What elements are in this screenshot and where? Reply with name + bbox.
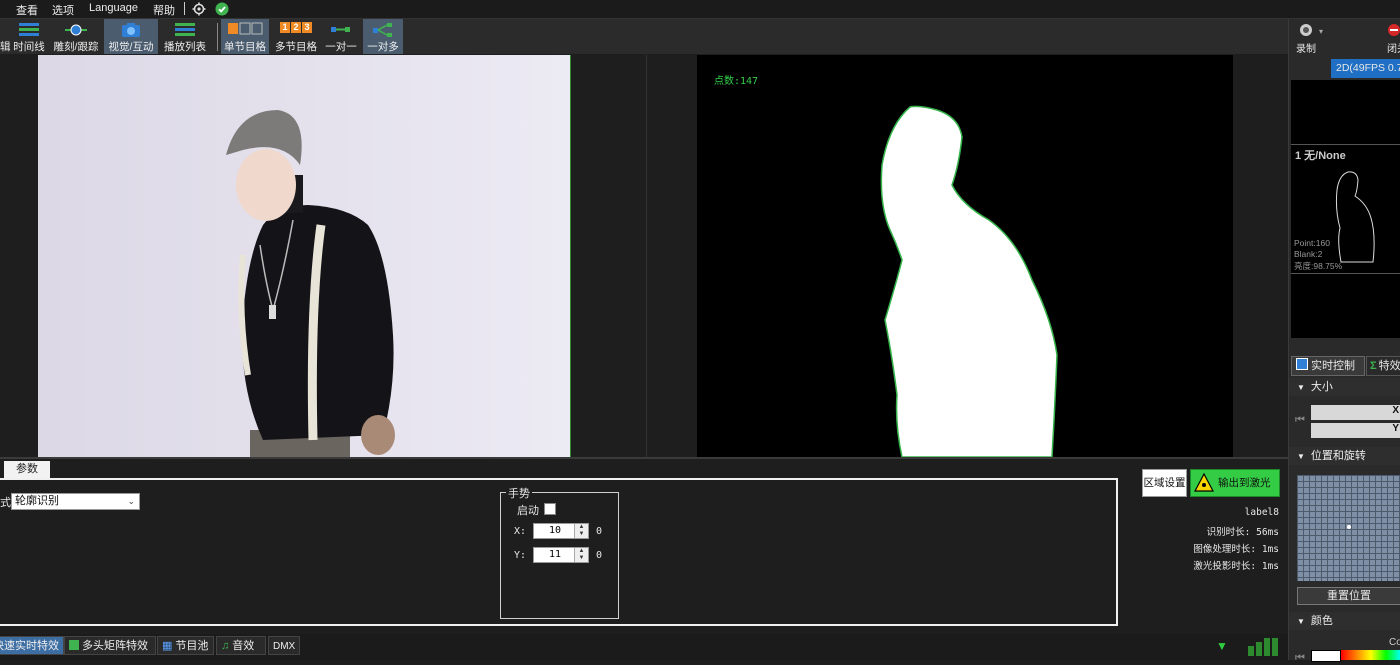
settings-gear-icon[interactable] <box>192 2 206 19</box>
multi-grid-button[interactable]: 1 2 3 多节目格 <box>272 19 320 54</box>
realtime-control-icon <box>1296 358 1308 370</box>
laser-output-button[interactable]: 输出到激光 <box>1190 469 1280 497</box>
reset-color-icon[interactable]: ⏮ <box>1295 652 1305 665</box>
silhouette-preview: 点数:147 <box>697 55 1233 457</box>
laser-outline-preview <box>1335 171 1375 263</box>
preview-divider <box>646 55 647 457</box>
grid-icon: ▦ <box>162 640 173 652</box>
menu-bar: 查看 选项 Language 帮助 <box>0 0 1400 19</box>
multi-grid-icon: 1 2 3 <box>280 22 312 33</box>
thumbnail-title: 1 无/None <box>1295 150 1346 162</box>
one-to-many-button[interactable]: 一对多 <box>363 19 403 54</box>
menu-help[interactable]: 帮助 <box>153 2 175 18</box>
bottom-tab-bar: 快速实时特效 多头矩阵特效 ▦节目池 ♫音效 DMX ▼ <box>0 634 1288 660</box>
vision-interaction-button[interactable]: 视觉/互动 <box>104 19 158 54</box>
y-label: Y: <box>514 550 527 561</box>
spin-arrows-icon[interactable]: ▲ ▼ <box>574 524 588 538</box>
image-processing-time: 图像处理时长: 1ms <box>1193 544 1279 555</box>
reset-size-icon[interactable]: ⏮ <box>1295 414 1305 427</box>
camera-preview <box>38 55 571 457</box>
chevron-down-icon: ⌄ <box>127 496 135 506</box>
matrix-icon <box>69 640 79 650</box>
gesture-group: 手势 启动 X: 10 ▲ ▼ 0 Y: 11 ▲ ▼ 0 <box>500 485 619 619</box>
color-swatch[interactable] <box>1311 650 1341 662</box>
signal-meter-icon <box>1246 636 1282 656</box>
params-panel: 式 轮廓识别 ⌄ 手势 启动 X: 10 ▲ ▼ 0 Y: 11 ▲ ▼ 0 <box>0 478 1118 626</box>
playlist-button[interactable]: 播放列表 <box>160 19 210 54</box>
thumb-blank-stat: Blank:2 <box>1294 249 1323 259</box>
label8: label8 <box>1244 507 1279 518</box>
output-thumbnail: 1 无/None Point:160 Blank:2 亮度:98.75% <box>1291 80 1400 338</box>
tab-realtime-control[interactable]: 实时控制 <box>1291 356 1365 376</box>
music-note-icon: ♫ <box>221 640 230 652</box>
tracking-button[interactable]: 雕刻/跟踪 <box>50 19 102 54</box>
tab-effects[interactable]: Σ 特效 <box>1366 356 1400 376</box>
section-color[interactable]: ▼ 颜色 <box>1289 612 1400 630</box>
one-to-one-button[interactable]: 一对一 <box>322 19 360 54</box>
y-spinbox[interactable]: 11 ▲ ▼ <box>533 547 589 563</box>
size-x-slider[interactable]: X <box>1311 405 1400 420</box>
silhouette-mask <box>880 105 1058 457</box>
close-button[interactable]: 闭关 <box>1385 21 1400 55</box>
x-extra-value: 0 <box>596 526 603 537</box>
position-marker[interactable] <box>1347 525 1351 529</box>
reset-position-button[interactable]: 重置位置 <box>1297 587 1400 605</box>
x-label: X: <box>514 526 527 537</box>
position-grid-pad[interactable] <box>1297 475 1400 581</box>
spin-arrows-icon[interactable]: ▲ ▼ <box>574 548 588 562</box>
thumb-point-stat: Point:160 <box>1294 238 1330 248</box>
color-spectrum[interactable] <box>1341 650 1400 660</box>
size-y-slider[interactable]: Y <box>1311 423 1400 438</box>
panel-splitter[interactable] <box>0 457 1288 459</box>
mode-label: 式 <box>0 497 11 509</box>
toolbar-separator <box>217 23 218 51</box>
enable-checkbox[interactable] <box>544 503 556 515</box>
menu-view[interactable]: 查看 <box>16 2 38 18</box>
tab-sound-effects[interactable]: ♫ 音效 <box>216 636 266 655</box>
one-to-one-icon <box>330 22 352 39</box>
tab-quick-realtime-effects[interactable]: 快速实时特效 <box>0 636 64 655</box>
person-camera-image <box>38 55 570 457</box>
tab-multihead-matrix-effects[interactable]: 多头矩阵特效 <box>64 636 156 655</box>
expand-down-icon[interactable]: ▼ <box>1216 639 1228 653</box>
x-spinbox[interactable]: 10 ▲ ▼ <box>533 523 589 539</box>
single-grid-button[interactable]: 单节目格 <box>221 19 269 54</box>
sigma-icon: Σ <box>1370 360 1377 372</box>
dropdown-arrow-icon: ▾ <box>1319 27 1324 36</box>
y-extra-value: 0 <box>596 550 603 561</box>
section-size[interactable]: ▼ 大小 <box>1289 378 1400 396</box>
stop-icon <box>1387 23 1400 40</box>
menu-language[interactable]: Language <box>89 2 138 14</box>
enable-label: 启动 <box>517 505 539 517</box>
thumb-brightness-stat: 亮度:98.75% <box>1294 261 1343 271</box>
color-label-partial: Co <box>1389 637 1400 648</box>
laser-warning-icon <box>1194 472 1214 502</box>
single-grid-icon <box>227 22 263 39</box>
check-ok-icon[interactable] <box>215 2 229 19</box>
tab-params[interactable]: 参数 <box>4 461 50 478</box>
record-icon <box>1299 23 1313 40</box>
laser-projection-time: 激光投影时长: 1ms <box>1193 561 1279 572</box>
region-settings-button[interactable]: 区域设置 <box>1142 469 1187 497</box>
recognition-time: 识别时长: 56ms <box>1206 527 1279 538</box>
section-position-rotation[interactable]: ▼ 位置和旋转 <box>1289 447 1400 465</box>
gesture-group-title: 手势 <box>506 485 532 501</box>
collapse-icon: ▼ <box>1297 617 1305 626</box>
thumbnail-frame[interactable]: 1 无/None Point:160 Blank:2 亮度:98.75% <box>1291 144 1400 274</box>
collapse-icon: ▼ <box>1297 383 1305 392</box>
mode-select[interactable]: 轮廓识别 ⌄ <box>11 493 140 510</box>
tab-dmx[interactable]: DMX <box>268 636 300 655</box>
point-count-label: 点数:147 <box>714 76 759 87</box>
collapse-icon: ▼ <box>1297 452 1305 461</box>
tab-program-pool[interactable]: ▦ 节目池 <box>157 636 214 655</box>
timeline-button[interactable]: 时间线 <box>10 19 48 54</box>
menu-options[interactable]: 选项 <box>52 2 74 18</box>
right-panel: ▾ 录制 闭关 2D(49FPS 0.7 1 无/None Point:160 … <box>1288 19 1400 664</box>
toolbar-partial-label: 辑 <box>0 41 11 53</box>
toolbar: 辑 时间线 雕刻/跟踪 视觉/互动 播放列表 单节目格 1 2 3 多节目格 一… <box>0 19 1288 54</box>
fps-tab[interactable]: 2D(49FPS 0.7 <box>1331 59 1400 78</box>
menu-divider <box>184 2 185 15</box>
